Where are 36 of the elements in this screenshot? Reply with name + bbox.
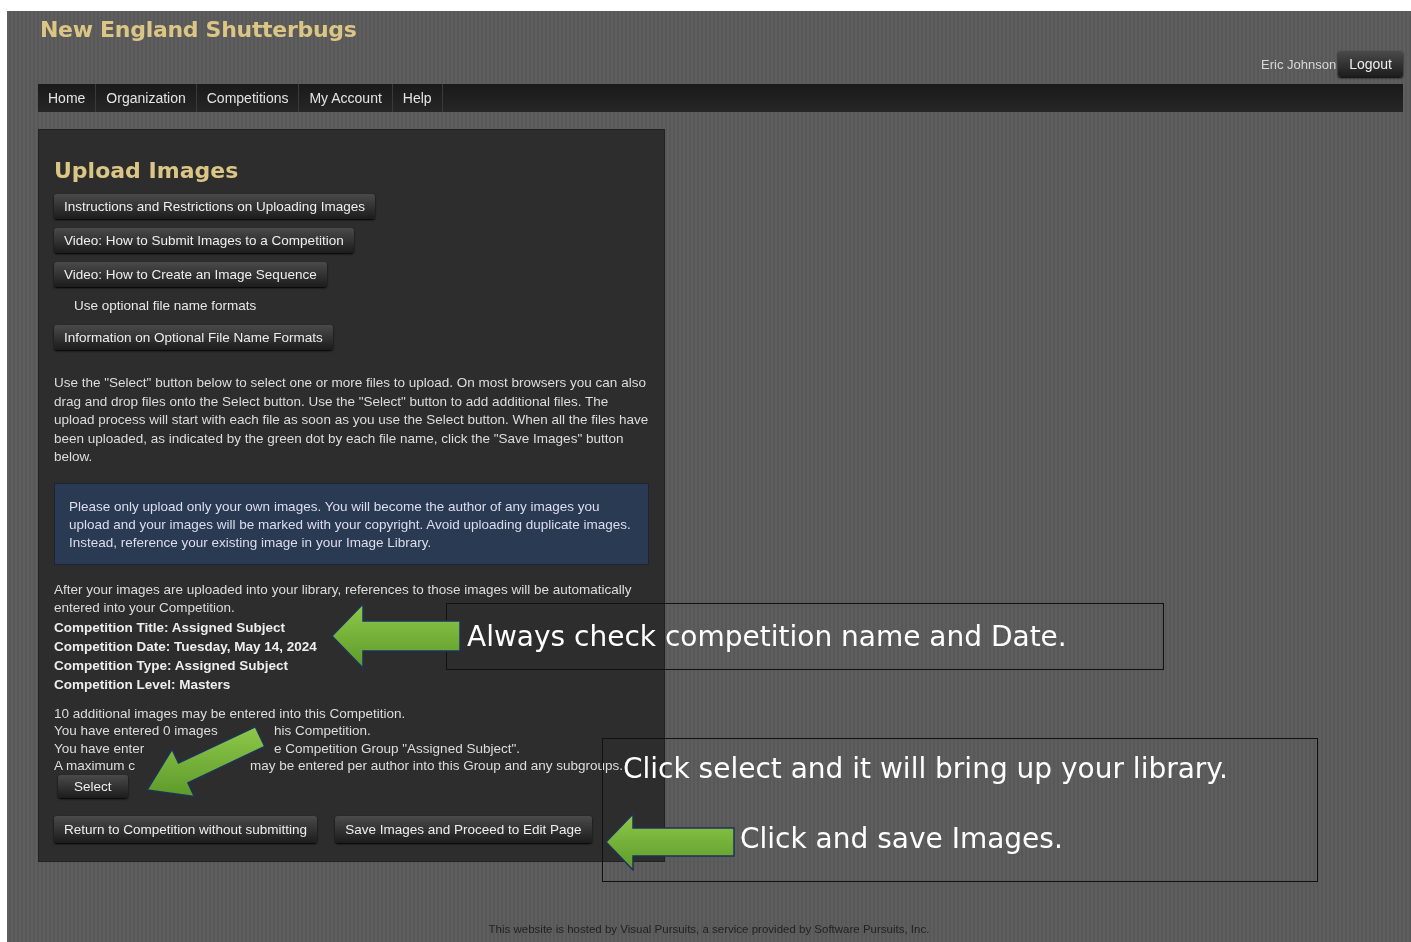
nav-item[interactable]: Help: [392, 84, 443, 112]
limit-text: e Competition Group "Assigned Subject".: [274, 739, 520, 757]
arrow-icon: [605, 813, 735, 871]
formats-button[interactable]: Information on Optional File Name Formats: [54, 325, 333, 350]
limit-text: 10 additional images may be entered into this Competition.: [54, 704, 406, 722]
user-name: Eric Johnson: [1261, 56, 1337, 72]
nav-item[interactable]: My Account: [299, 84, 393, 112]
limit-text: his Competition.: [274, 722, 371, 740]
select-button[interactable]: Select: [58, 774, 128, 798]
competition-info: Competition Date: Tuesday, May 14, 2024: [54, 637, 317, 656]
arrow-icon: [331, 603, 461, 669]
limit-text: You have entered 0 images: [54, 722, 218, 740]
limit-text: You have enter: [54, 739, 145, 757]
page-title: Upload Images: [54, 158, 240, 183]
action-button[interactable]: Save Images and Proceed to Edit Page: [335, 815, 592, 843]
help-button[interactable]: Video: How to Create an Image Sequence: [54, 262, 327, 287]
help-button[interactable]: Instructions and Restrictions on Uploading Images: [54, 194, 375, 219]
logout-button[interactable]: Logout: [1338, 51, 1403, 77]
instructions-text: Use the "Select" button below to select one or more files to upload. On most browsers you can also drag and drop files onto the Select button. Use the "Select" button to add additional files. The upload process will start with each file as soon as you use the Select button. When all the files have been uploaded, as indicated by the green dot by each file name, click the "Save Images" button below.: [54, 374, 649, 466]
help-button[interactable]: Video: How to Submit Images to a Competition: [54, 228, 354, 253]
callout-text: Click and save Images.: [740, 822, 1063, 855]
nav-item[interactable]: Home: [38, 84, 97, 112]
nav-item[interactable]: Organization: [96, 84, 197, 112]
notice-text: Please only upload only your own images. You will become the author of any images you upload and your images will be marked with your copyright. Avoid uploading duplicate images. Instead, reference your existing image in your Image Library.: [69, 498, 631, 550]
limit-text: A maximum c: [54, 757, 135, 775]
competition-info: Competition Type: Assigned Subject: [54, 656, 288, 675]
callout-text: Always check competition name and Date.: [467, 620, 1067, 653]
callout-text: Click select and it will bring up your library.: [623, 752, 1228, 785]
after-upload-text: After your images are uploaded into your library, references to those images will be automatically entered into your Competition.: [54, 580, 633, 617]
action-button[interactable]: Return to Competition without submitting: [54, 815, 318, 843]
limit-text: may be entered per author into this Group and any subgroups.: [250, 757, 623, 775]
formats-note: Use optional file name formats: [73, 297, 258, 315]
competition-info: Competition Title: Assigned Subject: [54, 618, 286, 637]
competition-info: Competition Level: Masters: [54, 675, 231, 694]
site-title: New England Shutterbugs: [40, 17, 357, 44]
nav-item[interactable]: Competitions: [196, 84, 300, 112]
